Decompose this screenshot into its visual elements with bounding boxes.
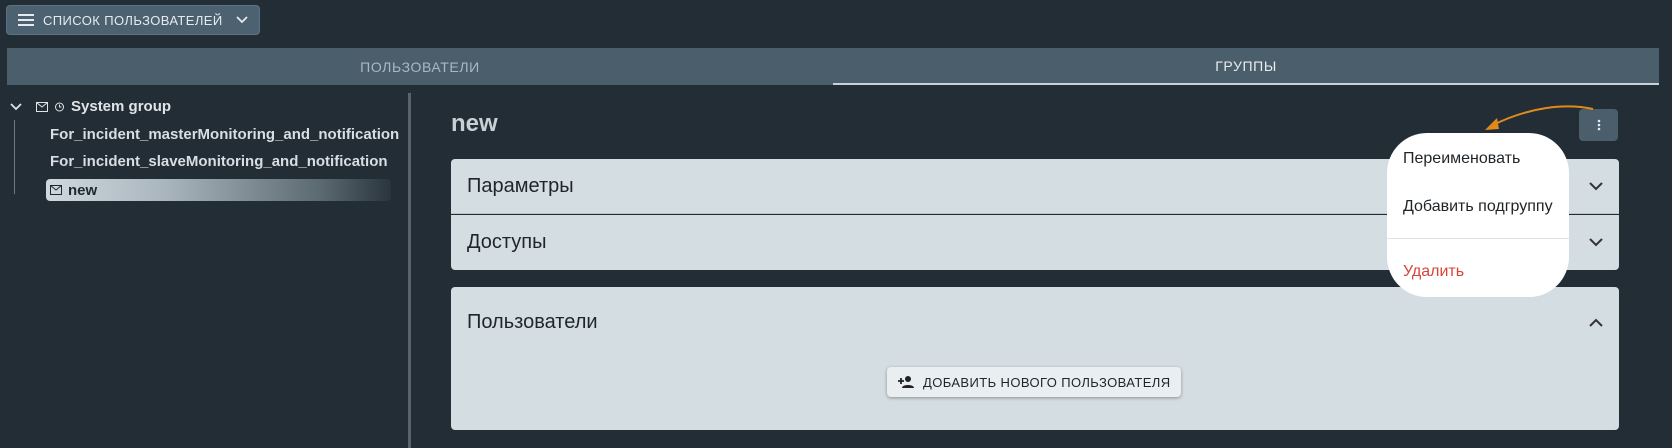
- mail-icon: [50, 185, 62, 195]
- alarm-icon: [55, 102, 64, 112]
- tree-item-slave[interactable]: For_incident_slaveMonitoring_and_notific…: [50, 153, 404, 170]
- tree-item-new[interactable]: new: [46, 179, 391, 201]
- tree-item-label: new: [68, 181, 98, 199]
- mail-icon: [36, 101, 48, 112]
- panel-title: Параметры: [467, 175, 574, 197]
- tree-guide-line: [14, 120, 15, 194]
- tree-root-label: System group: [71, 98, 172, 115]
- menu-divider: [1387, 238, 1569, 239]
- panel-title: Доступы: [467, 231, 547, 253]
- chevron-down-icon: [1589, 182, 1603, 191]
- chevron-down-icon: [10, 102, 22, 110]
- tab-bar: Пользователи Группы: [7, 48, 1659, 85]
- chevron-up-icon: [1589, 318, 1603, 327]
- panel-title: Пользователи: [467, 310, 598, 333]
- group-actions-menu: Переименовать Добавить подгруппу Удалить: [1387, 133, 1569, 297]
- hamburger-icon: [18, 14, 34, 26]
- tab-groups[interactable]: Группы: [833, 48, 1659, 85]
- sidebar-resizer[interactable]: [408, 93, 411, 448]
- users-panel-header[interactable]: Пользователи: [451, 287, 1619, 357]
- group-title: new: [451, 110, 498, 137]
- chevron-down-icon: [235, 16, 248, 24]
- person-add-icon: [898, 376, 914, 388]
- tab-users[interactable]: Пользователи: [7, 48, 833, 85]
- topbar: Список пользователей: [6, 5, 260, 35]
- add-user-label: Добавить нового пользователя: [923, 374, 1171, 390]
- annotation-arrow: [1485, 105, 1594, 130]
- users-panel: Пользователи Добавить нового пользовател…: [451, 287, 1619, 430]
- menu-item-rename[interactable]: Переименовать: [1403, 150, 1520, 168]
- menu-item-delete[interactable]: Удалить: [1403, 263, 1464, 281]
- user-list-label: Список пользователей: [43, 12, 223, 28]
- menu-item-add-subgroup[interactable]: Добавить подгруппу: [1403, 198, 1553, 216]
- group-tree: System group For_incident_masterMonitori…: [0, 92, 410, 448]
- user-list-menu-button[interactable]: Список пользователей: [6, 5, 260, 35]
- tree-item-master[interactable]: For_incident_masterMonitoring_and_notifi…: [50, 126, 404, 143]
- more-vert-icon: [1597, 119, 1600, 131]
- add-new-user-button[interactable]: Добавить нового пользователя: [887, 367, 1181, 397]
- chevron-down-icon: [1589, 238, 1603, 247]
- tree-root-system-group[interactable]: System group: [10, 98, 171, 115]
